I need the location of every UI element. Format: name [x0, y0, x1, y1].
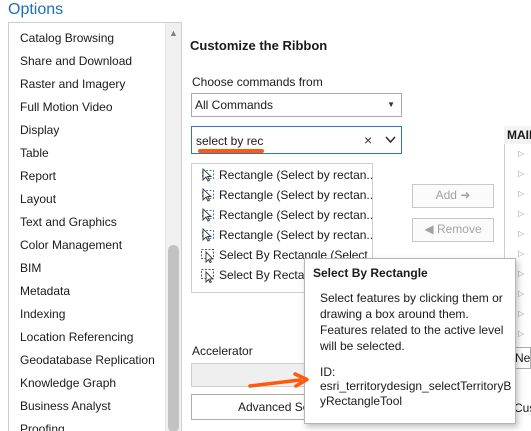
select-by-rectangle-icon: [201, 249, 214, 263]
chevron-down-icon[interactable]: [385, 136, 396, 144]
choose-commands-label: Choose commands from: [192, 75, 323, 89]
tooltip-title: Select By Rectangle: [313, 266, 428, 280]
expand-arrow-icon[interactable]: ▷: [518, 209, 524, 219]
options-sidebar: Catalog Browsing Share and Download Rast…: [8, 22, 182, 431]
sidebar-item-geodatabase-replication[interactable]: Geodatabase Replication: [20, 353, 155, 367]
list-item-label: Rectangle (Select by rectan...: [219, 228, 373, 242]
customize-label: Customize: [514, 401, 531, 415]
remove-command-button[interactable]: ◀ Remove: [412, 218, 494, 242]
list-item-label: Rectangle (Select by rectan...: [219, 188, 373, 202]
expand-arrow-icon[interactable]: ▷: [518, 289, 524, 299]
scroll-up-arrow-icon[interactable]: ▲: [165, 27, 181, 39]
clear-search-icon[interactable]: ×: [364, 132, 372, 148]
expand-arrow-icon[interactable]: ▷: [518, 149, 524, 159]
sidebar-scrollbar-thumb[interactable]: [168, 245, 179, 431]
expand-arrow-icon[interactable]: ▷: [518, 309, 524, 319]
sidebar-item-layout[interactable]: Layout: [20, 192, 56, 206]
accelerator-label: Accelerator: [192, 344, 253, 358]
list-item-label: Rectangle (Select by rectan...: [219, 168, 373, 182]
list-item[interactable]: Rectangle (Select by rectan...: [192, 205, 373, 225]
tooltip-description: Select features by clicking them or draw…: [320, 291, 504, 353]
list-item[interactable]: Rectangle (Select by rectan...: [192, 165, 373, 185]
sidebar-item-bim[interactable]: BIM: [20, 261, 41, 275]
remove-button-label: Remove: [436, 222, 482, 236]
advanced-settings-button[interactable]: Advanced Settings: [191, 394, 311, 420]
sidebar-item-metadata[interactable]: Metadata: [20, 284, 70, 298]
tooltip-id-label: ID:: [320, 365, 336, 379]
sidebar-item-share-and-download[interactable]: Share and Download: [20, 54, 132, 68]
sidebar-item-color-management[interactable]: Color Management: [20, 238, 122, 252]
expand-arrow-icon[interactable]: ▷: [518, 249, 524, 259]
sidebar-item-raster-and-imagery[interactable]: Raster and Imagery: [20, 77, 125, 91]
sidebar-item-knowledge-graph[interactable]: Knowledge Graph: [20, 376, 116, 390]
select-by-rectangle-icon: [201, 269, 214, 283]
sidebar-item-proofing[interactable]: Proofing: [20, 422, 65, 431]
expand-arrow-icon[interactable]: ▷: [518, 229, 524, 239]
expand-arrow-icon[interactable]: ▷: [518, 189, 524, 199]
annotation-arrow-icon: [248, 372, 309, 388]
list-item[interactable]: Rectangle (Select by rectan...: [192, 185, 373, 205]
sidebar-item-catalog-browsing[interactable]: Catalog Browsing: [20, 31, 114, 45]
sidebar-item-indexing[interactable]: Indexing: [20, 307, 65, 321]
window-title: Options: [8, 1, 64, 18]
arrow-left-icon: ◀: [424, 222, 434, 236]
list-item[interactable]: Rectangle (Select by rectan...: [192, 225, 373, 245]
command-tooltip: Select By Rectangle Select features by c…: [304, 258, 516, 424]
sidebar-item-report[interactable]: Report: [20, 169, 56, 183]
select-rectangle-icon: [202, 207, 214, 222]
commands-source-dropdown[interactable]: All Commands ▼: [191, 93, 402, 117]
main-tabs-header: MAIN: [504, 126, 531, 144]
command-search-input[interactable]: [196, 133, 356, 149]
sidebar-item-text-and-graphics[interactable]: Text and Graphics: [20, 215, 117, 229]
sidebar-item-full-motion-video[interactable]: Full Motion Video: [20, 100, 113, 114]
chevron-down-icon: ▼: [387, 100, 395, 109]
sidebar-item-display[interactable]: Display: [20, 123, 59, 137]
select-rectangle-icon: [202, 187, 214, 202]
page-title: Customize the Ribbon: [190, 38, 328, 53]
expand-arrow-icon[interactable]: ▷: [518, 329, 524, 339]
sidebar-item-location-referencing[interactable]: Location Referencing: [20, 330, 133, 344]
expand-arrow-icon[interactable]: ▷: [518, 169, 524, 179]
search-text-highlight-underline: [198, 149, 264, 153]
add-command-button[interactable]: Add ➜: [412, 184, 494, 208]
arrow-right-icon: ➜: [460, 188, 471, 202]
select-rectangle-icon: [202, 167, 214, 182]
select-rectangle-icon: [202, 227, 214, 242]
add-button-label: Add: [435, 188, 457, 202]
tooltip-id-value: esri_territorydesign_selectTerritoryByRe…: [320, 379, 512, 408]
sidebar-item-business-analyst[interactable]: Business Analyst: [20, 399, 111, 413]
list-item-label: Rectangle (Select by rectan...: [219, 208, 373, 222]
sidebar-item-table[interactable]: Table: [20, 146, 49, 160]
commands-source-value: All Commands: [195, 98, 274, 112]
expand-arrow-icon[interactable]: ▷: [518, 269, 524, 279]
